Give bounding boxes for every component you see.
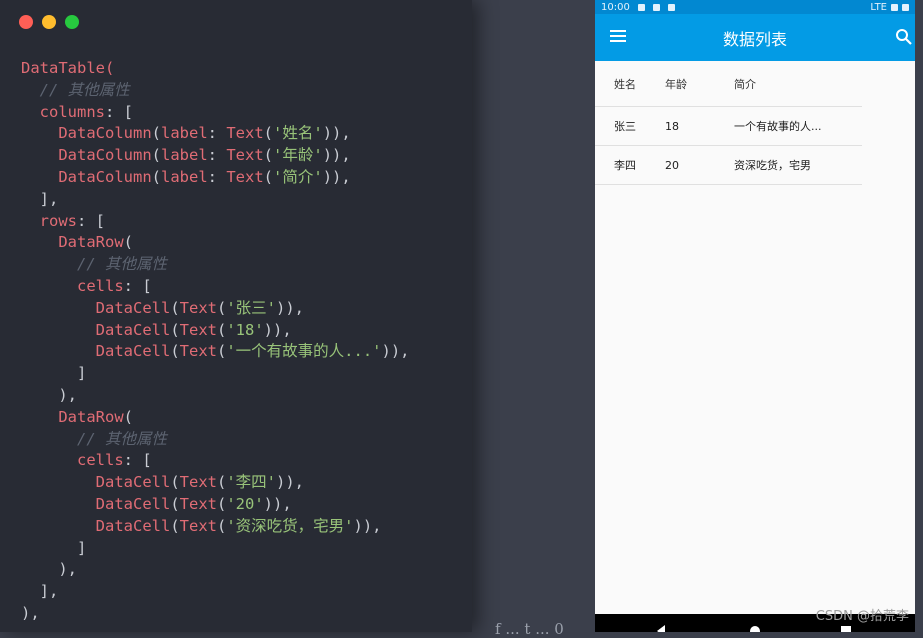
cell-name: 张三 xyxy=(614,120,636,133)
cell-age: 20 xyxy=(665,158,679,172)
minimize-button[interactable] xyxy=(42,15,56,29)
close-button[interactable] xyxy=(19,15,33,29)
sim-icon xyxy=(667,3,675,11)
table-row[interactable]: 李四 20 资深吃货，宅男 xyxy=(595,146,862,185)
status-bar: 10:00 LTE xyxy=(595,0,915,14)
back-icon[interactable] xyxy=(657,625,665,632)
background-text: f ... t ... 0 xyxy=(495,620,564,638)
table-header-row: 姓名 年龄 简介 xyxy=(595,61,862,107)
code-editor-window: DataTable( // 其他属性 columns: [ DataColumn… xyxy=(0,0,472,632)
search-icon[interactable] xyxy=(895,28,913,46)
app-bar: 数据列表 xyxy=(595,14,915,61)
cell-age: 18 xyxy=(665,119,679,133)
maximize-button[interactable] xyxy=(65,15,79,29)
cell-intro: 资深吃货，宅男 xyxy=(734,159,811,172)
cell-name: 李四 xyxy=(614,159,636,172)
notification-icon xyxy=(652,3,660,11)
battery-icon xyxy=(902,3,909,11)
hamburger-menu-icon[interactable] xyxy=(610,30,626,42)
network-label: LTE xyxy=(870,1,887,13)
window-controls xyxy=(19,15,79,29)
column-header-intro[interactable]: 简介 xyxy=(734,76,862,92)
status-time: 10:00 xyxy=(601,1,630,13)
page-title: 数据列表 xyxy=(722,29,787,49)
column-header-name[interactable]: 姓名 xyxy=(595,76,665,92)
table-row[interactable]: 张三 18 一个有故事的人... xyxy=(595,107,862,146)
phone-screen: 10:00 LTE 数据列表 姓名 年龄 简介 张三 18 一个有故事的人...… xyxy=(595,0,915,632)
cell-intro: 一个有故事的人... xyxy=(734,120,822,133)
code-block: DataTable( // 其他属性 columns: [ DataColumn… xyxy=(21,59,410,622)
signal-icon xyxy=(891,3,898,11)
watermark: CSDN @拾荒李 xyxy=(815,609,909,624)
column-header-age[interactable]: 年龄 xyxy=(665,76,734,92)
settings-icon xyxy=(637,3,645,11)
home-icon[interactable] xyxy=(750,626,760,632)
data-table: 姓名 年龄 简介 张三 18 一个有故事的人... 李四 20 资深吃货，宅男 xyxy=(595,61,862,185)
recent-apps-icon[interactable] xyxy=(841,626,851,632)
